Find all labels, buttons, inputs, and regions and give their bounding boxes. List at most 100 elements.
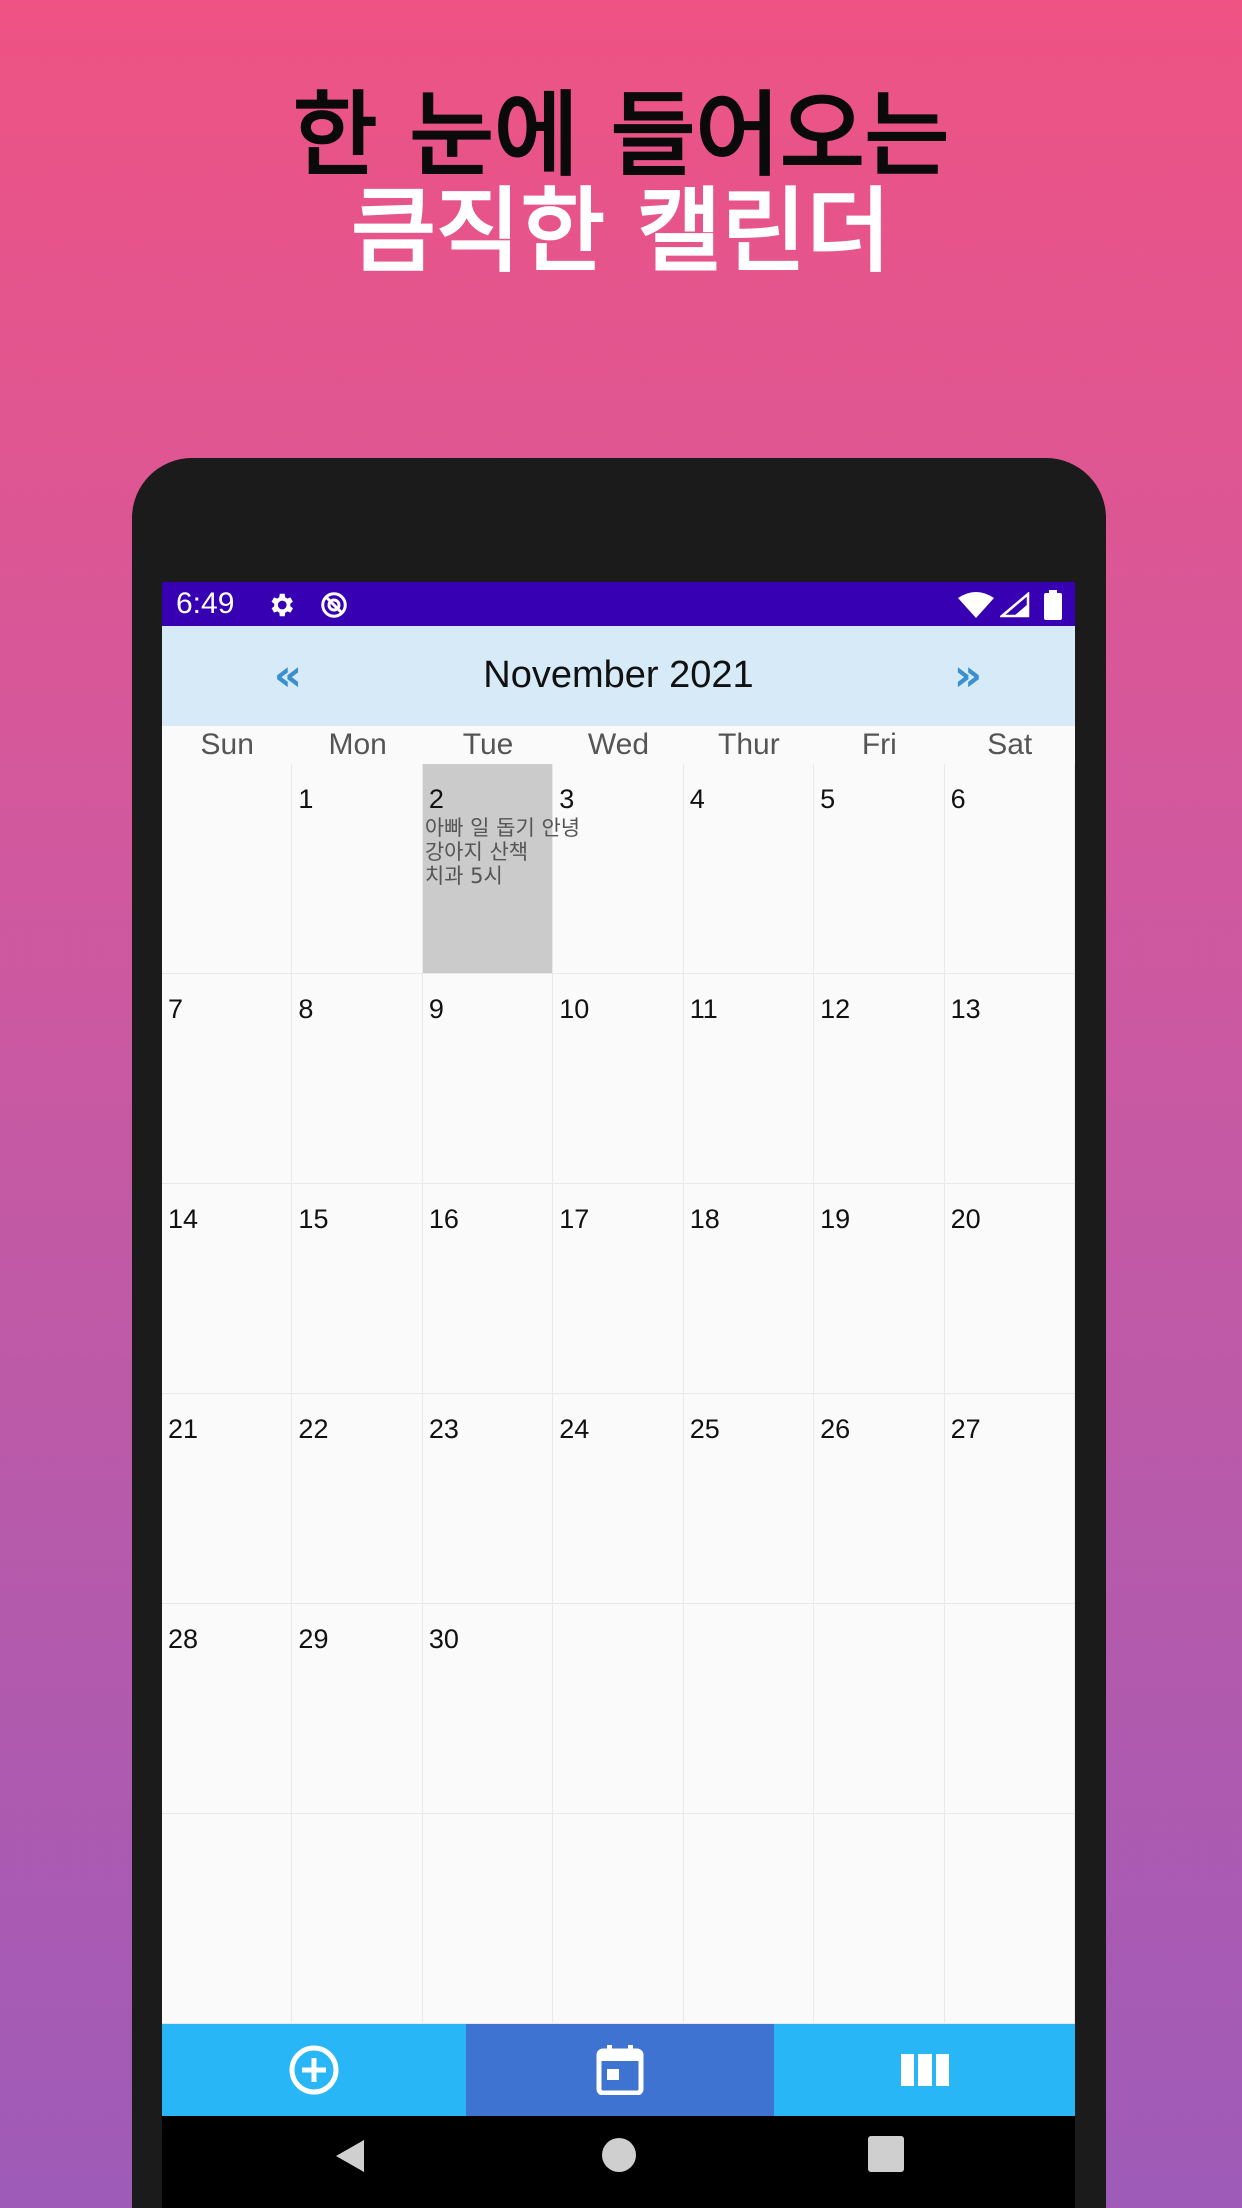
day-cell-23[interactable]: 23 bbox=[422, 1394, 554, 1604]
day-cell-29[interactable]: 29 bbox=[292, 1604, 423, 1814]
week-view-icon bbox=[900, 2054, 949, 2086]
day-number: 21 bbox=[168, 1414, 199, 1444]
day-cell-26[interactable]: 26 bbox=[814, 1394, 945, 1604]
status-time: 6:49 bbox=[176, 587, 235, 620]
day-number: 2 bbox=[428, 784, 444, 814]
next-month-button[interactable]: » bbox=[938, 648, 998, 704]
day-cell-4[interactable]: 4 bbox=[683, 764, 815, 974]
day-cell-17[interactable]: 17 bbox=[553, 1184, 684, 1394]
calendar-grid: 1 2 아빠 일 돕기 안녕 강아지 산책 치과 5시 3 4 5 6 7 8 9 10 11 12 13 14… bbox=[162, 764, 1075, 2024]
weekday-label: Thur bbox=[718, 728, 780, 761]
app-screen: 6:49 « November 2021 » Sun Mon Tue Wed T… bbox=[162, 582, 1075, 2208]
day-cell-21[interactable]: 21 bbox=[162, 1394, 293, 1604]
day-cell-2[interactable]: 2 아빠 일 돕기 안녕 강아지 산책 치과 5시 bbox=[422, 764, 580, 974]
day-number: 1 bbox=[298, 784, 314, 814]
day-number: 25 bbox=[689, 1414, 720, 1444]
empty-day-cell bbox=[162, 1814, 293, 2024]
day-cell-22[interactable]: 22 bbox=[292, 1394, 423, 1604]
status-bar: 6:49 bbox=[162, 582, 1075, 626]
weekday-label: Sat bbox=[987, 728, 1033, 761]
day-number: 24 bbox=[559, 1414, 590, 1444]
day-cell-8[interactable]: 8 bbox=[292, 974, 423, 1184]
home-icon[interactable] bbox=[600, 2136, 638, 2174]
day-cell-24[interactable]: 24 bbox=[553, 1394, 684, 1604]
weekday-label: Tue bbox=[462, 728, 514, 761]
empty-day-cell bbox=[944, 1604, 1075, 1814]
empty-day-cell bbox=[553, 1814, 684, 2024]
month-view-tab[interactable] bbox=[466, 2024, 774, 2116]
day-cell-12[interactable]: 12 bbox=[814, 974, 945, 1184]
day-number: 6 bbox=[950, 784, 966, 814]
day-cell-28[interactable]: 28 bbox=[162, 1604, 293, 1814]
empty-day-cell bbox=[814, 1814, 945, 2024]
day-number: 10 bbox=[559, 994, 590, 1024]
weekday-header: Sun Mon Tue Wed Thur Fri Sat bbox=[162, 726, 1075, 764]
day-cell-14[interactable]: 14 bbox=[162, 1184, 293, 1394]
empty-day-cell bbox=[422, 1814, 554, 2024]
day-number: 3 bbox=[559, 784, 575, 814]
day-cell-5[interactable]: 5 bbox=[814, 764, 945, 974]
day-number: 22 bbox=[298, 1414, 329, 1444]
empty-day-cell bbox=[683, 1814, 815, 2024]
signal-icon bbox=[1000, 592, 1030, 618]
back-icon[interactable] bbox=[330, 2136, 370, 2176]
add-event-tab[interactable] bbox=[162, 2024, 466, 2116]
week-view-tab[interactable] bbox=[774, 2024, 1075, 2116]
day-cell-25[interactable]: 25 bbox=[683, 1394, 815, 1604]
day-number: 23 bbox=[428, 1414, 459, 1444]
day-number: 13 bbox=[950, 994, 981, 1024]
day-cell-27[interactable]: 27 bbox=[944, 1394, 1075, 1604]
day-number: 20 bbox=[950, 1204, 981, 1234]
recents-icon[interactable] bbox=[868, 2136, 904, 2172]
day-number: 9 bbox=[428, 994, 444, 1024]
day-cell-1[interactable]: 1 bbox=[292, 764, 423, 974]
day-cell-16[interactable]: 16 bbox=[422, 1184, 554, 1394]
empty-day-cell bbox=[292, 1814, 423, 2024]
day-number: 5 bbox=[820, 784, 836, 814]
empty-day-cell bbox=[814, 1604, 945, 1814]
day-number: 11 bbox=[689, 994, 718, 1024]
month-header: « November 2021 » bbox=[162, 626, 1075, 726]
event-item: 치과 5시 bbox=[424, 864, 503, 888]
day-cell-18[interactable]: 18 bbox=[683, 1184, 815, 1394]
sync-icon bbox=[321, 592, 347, 618]
day-number: 28 bbox=[168, 1624, 199, 1654]
day-number: 29 bbox=[298, 1624, 329, 1654]
day-number: 16 bbox=[428, 1204, 459, 1234]
weekday-label: Mon bbox=[328, 728, 387, 761]
bottom-nav bbox=[162, 2024, 1075, 2116]
day-cell-7[interactable]: 7 bbox=[162, 974, 293, 1184]
wifi-icon bbox=[958, 592, 994, 618]
day-cell-20[interactable]: 20 bbox=[944, 1184, 1075, 1394]
empty-day-cell bbox=[683, 1604, 815, 1814]
day-cell-11[interactable]: 11 bbox=[683, 974, 815, 1184]
phone-top-bezel bbox=[132, 458, 1106, 578]
day-number: 19 bbox=[820, 1204, 851, 1234]
day-number: 30 bbox=[428, 1624, 459, 1654]
day-cell-9[interactable]: 9 bbox=[422, 974, 554, 1184]
empty-day-cell bbox=[162, 764, 293, 974]
empty-day-cell bbox=[553, 1604, 684, 1814]
day-cell-30[interactable]: 30 bbox=[422, 1604, 554, 1814]
empty-day-cell bbox=[944, 1814, 1075, 2024]
day-events: 아빠 일 돕기 안녕 강아지 산책 치과 5시 bbox=[425, 816, 580, 888]
weekday-label: Wed bbox=[587, 728, 650, 761]
promo-headline: 한 눈에 들어오는 큼직한 캘린더 bbox=[0, 88, 1242, 280]
day-cell-6[interactable]: 6 bbox=[944, 764, 1075, 974]
day-number: 18 bbox=[689, 1204, 720, 1234]
day-cell-15[interactable]: 15 bbox=[292, 1184, 423, 1394]
system-nav-bar bbox=[162, 2116, 1075, 2208]
promo-line-2: 큼직한 캘린더 bbox=[351, 178, 891, 285]
day-number: 14 bbox=[168, 1204, 199, 1234]
calendar-icon bbox=[596, 2045, 644, 2095]
day-number: 12 bbox=[820, 994, 851, 1024]
day-number: 27 bbox=[950, 1414, 981, 1444]
day-number: 4 bbox=[689, 784, 705, 814]
day-number: 8 bbox=[298, 994, 314, 1024]
battery-icon bbox=[1044, 590, 1062, 620]
add-circle-icon bbox=[289, 2045, 339, 2095]
day-cell-19[interactable]: 19 bbox=[814, 1184, 945, 1394]
day-cell-10[interactable]: 10 bbox=[553, 974, 684, 1184]
event-item: 아빠 일 돕기 안녕 bbox=[424, 816, 581, 840]
day-cell-13[interactable]: 13 bbox=[944, 974, 1075, 1184]
